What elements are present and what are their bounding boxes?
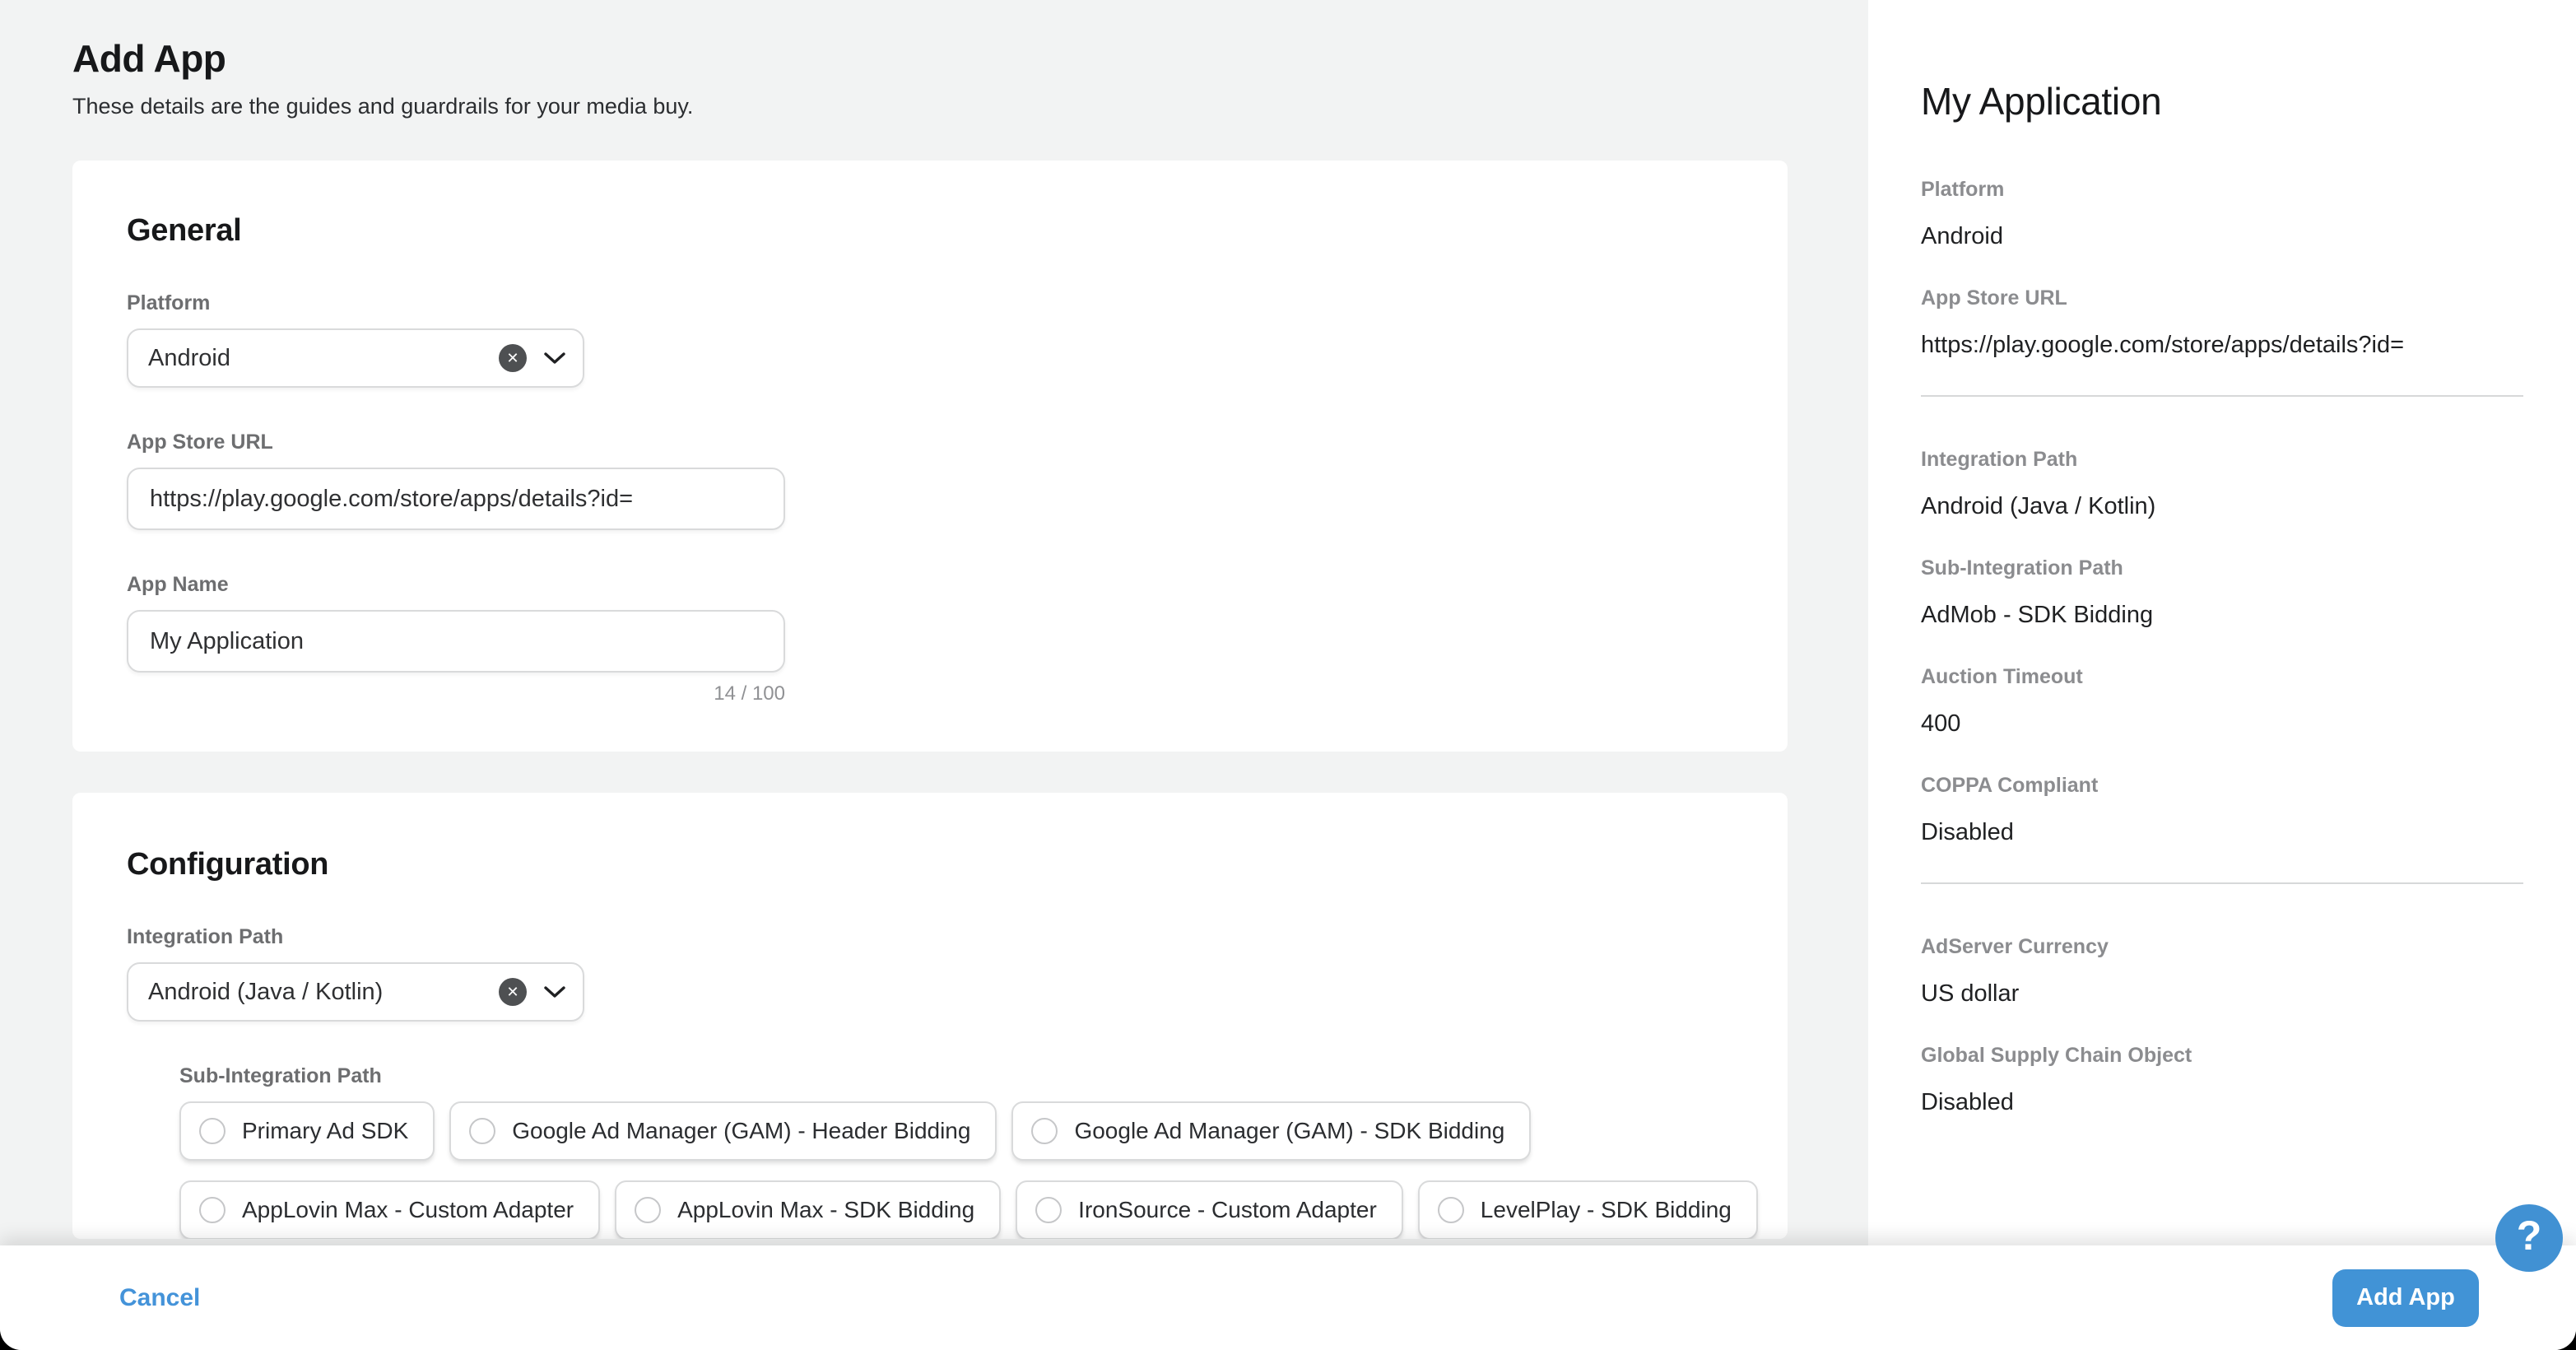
general-card: General Platform Android ✕ App Store URL… bbox=[72, 161, 1788, 752]
radio-option-label: LevelPlay - SDK Bidding bbox=[1481, 1197, 1732, 1223]
sub-integration-path-label: Sub-Integration Path bbox=[179, 1064, 1733, 1088]
radio-option-applovin-custom-adapter[interactable]: AppLovin Max - Custom Adapter bbox=[179, 1180, 600, 1239]
summary-value: US dollar bbox=[1921, 980, 2523, 1008]
sub-integration-row-2: AppLovin Max - Custom Adapter AppLovin M… bbox=[179, 1180, 1733, 1239]
clear-glyph: ✕ bbox=[506, 985, 518, 999]
radio-option-label: AppLovin Max - SDK Bidding bbox=[677, 1197, 974, 1223]
summary-value: Android bbox=[1921, 223, 2523, 250]
sub-integration-row-1: Primary Ad SDK Google Ad Manager (GAM) -… bbox=[179, 1101, 1733, 1161]
cancel-link[interactable]: Cancel bbox=[119, 1284, 200, 1312]
platform-select[interactable]: Android ✕ bbox=[127, 328, 584, 388]
summary-value: https://play.google.com/store/apps/detai… bbox=[1921, 332, 2523, 359]
summary-value: Disabled bbox=[1921, 1089, 2523, 1116]
radio-option-label: Google Ad Manager (GAM) - SDK Bidding bbox=[1074, 1118, 1504, 1144]
summary-label: Auction Timeout bbox=[1921, 665, 2523, 689]
integration-path-field: Integration Path Android (Java / Kotlin)… bbox=[127, 925, 1733, 1022]
radio-icon bbox=[1438, 1197, 1464, 1223]
clear-icon[interactable]: ✕ bbox=[499, 978, 527, 1006]
char-counter: 14 / 100 bbox=[127, 682, 785, 705]
platform-select-value: Android bbox=[148, 345, 499, 372]
page-subtitle: These details are the guides and guardra… bbox=[72, 94, 1868, 119]
summary-item-global-supply-chain-object: Global Supply Chain Object Disabled bbox=[1921, 1044, 2523, 1116]
summary-value: Android (Java / Kotlin) bbox=[1921, 493, 2523, 520]
add-app-page: Add App These details are the guides and… bbox=[0, 0, 2576, 1350]
summary-sidebar: My Application Platform Android App Stor… bbox=[1868, 0, 2576, 1350]
radio-option-levelplay-sdk-bidding[interactable]: LevelPlay - SDK Bidding bbox=[1418, 1180, 1758, 1239]
clear-icon[interactable]: ✕ bbox=[499, 344, 527, 372]
app-store-url-label: App Store URL bbox=[127, 431, 1733, 454]
main-content: Add App These details are the guides and… bbox=[0, 0, 1868, 1350]
summary-item-integration-path: Integration Path Android (Java / Kotlin) bbox=[1921, 448, 2523, 520]
summary-value: AdMob - SDK Bidding bbox=[1921, 602, 2523, 629]
question-mark-icon: ? bbox=[2517, 1212, 2542, 1259]
radio-option-gam-sdk-bidding[interactable]: Google Ad Manager (GAM) - SDK Bidding bbox=[1011, 1101, 1531, 1161]
radio-option-label: Primary Ad SDK bbox=[242, 1118, 408, 1144]
help-button[interactable]: ? bbox=[2495, 1204, 2563, 1272]
summary-value: Disabled bbox=[1921, 819, 2523, 846]
summary-divider bbox=[1921, 882, 2523, 884]
clear-glyph: ✕ bbox=[506, 351, 518, 365]
chevron-down-icon bbox=[543, 985, 566, 999]
summary-label: Sub-Integration Path bbox=[1921, 556, 2523, 580]
summary-item-sub-integration-path: Sub-Integration Path AdMob - SDK Bidding bbox=[1921, 556, 2523, 629]
radio-icon bbox=[199, 1118, 226, 1144]
radio-icon bbox=[469, 1118, 495, 1144]
radio-option-label: AppLovin Max - Custom Adapter bbox=[242, 1197, 574, 1223]
summary-item-auction-timeout: Auction Timeout 400 bbox=[1921, 665, 2523, 738]
radio-option-gam-header-bidding[interactable]: Google Ad Manager (GAM) - Header Bidding bbox=[449, 1101, 997, 1161]
integration-path-label: Integration Path bbox=[127, 925, 1733, 949]
summary-item-coppa-compliant: COPPA Compliant Disabled bbox=[1921, 774, 2523, 846]
platform-label: Platform bbox=[127, 291, 1733, 315]
radio-option-primary-ad-sdk[interactable]: Primary Ad SDK bbox=[179, 1101, 435, 1161]
integration-path-select-value: Android (Java / Kotlin) bbox=[148, 979, 499, 1006]
general-heading: General bbox=[127, 213, 1733, 249]
footer-action-bar: Cancel Add App bbox=[0, 1245, 2576, 1350]
radio-icon bbox=[635, 1197, 661, 1223]
radio-option-label: Google Ad Manager (GAM) - Header Bidding bbox=[512, 1118, 970, 1144]
app-name-input[interactable] bbox=[127, 610, 785, 673]
radio-icon bbox=[1031, 1118, 1058, 1144]
page-title: Add App bbox=[72, 36, 1868, 81]
radio-icon bbox=[199, 1197, 226, 1223]
summary-divider bbox=[1921, 395, 2523, 397]
summary-label: Integration Path bbox=[1921, 448, 2523, 472]
summary-title: My Application bbox=[1921, 79, 2523, 123]
summary-label: App Store URL bbox=[1921, 286, 2523, 310]
summary-item-adserver-currency: AdServer Currency US dollar bbox=[1921, 935, 2523, 1008]
add-app-button[interactable]: Add App bbox=[2332, 1269, 2479, 1327]
summary-label: AdServer Currency bbox=[1921, 935, 2523, 959]
app-name-field: App Name 14 / 100 bbox=[127, 573, 1733, 705]
summary-value: 400 bbox=[1921, 710, 2523, 738]
app-store-url-field: App Store URL bbox=[127, 431, 1733, 530]
app-name-label: App Name bbox=[127, 573, 1733, 597]
chevron-down-icon bbox=[543, 351, 566, 365]
summary-label: Platform bbox=[1921, 178, 2523, 202]
configuration-card: Configuration Integration Path Android (… bbox=[72, 793, 1788, 1239]
radio-option-applovin-sdk-bidding[interactable]: AppLovin Max - SDK Bidding bbox=[615, 1180, 1001, 1239]
radio-option-label: IronSource - Custom Adapter bbox=[1078, 1197, 1377, 1223]
summary-item-platform: Platform Android bbox=[1921, 178, 2523, 250]
platform-field: Platform Android ✕ bbox=[127, 291, 1733, 388]
radio-option-ironsource-custom-adapter[interactable]: IronSource - Custom Adapter bbox=[1016, 1180, 1403, 1239]
integration-path-select[interactable]: Android (Java / Kotlin) ✕ bbox=[127, 962, 584, 1022]
radio-icon bbox=[1035, 1197, 1062, 1223]
summary-item-app-store-url: App Store URL https://play.google.com/st… bbox=[1921, 286, 2523, 359]
summary-label: COPPA Compliant bbox=[1921, 774, 2523, 798]
sub-integration-path-group: Sub-Integration Path Primary Ad SDK Goog… bbox=[179, 1064, 1733, 1239]
app-store-url-input[interactable] bbox=[127, 468, 785, 530]
summary-label: Global Supply Chain Object bbox=[1921, 1044, 2523, 1068]
configuration-heading: Configuration bbox=[127, 847, 1733, 882]
